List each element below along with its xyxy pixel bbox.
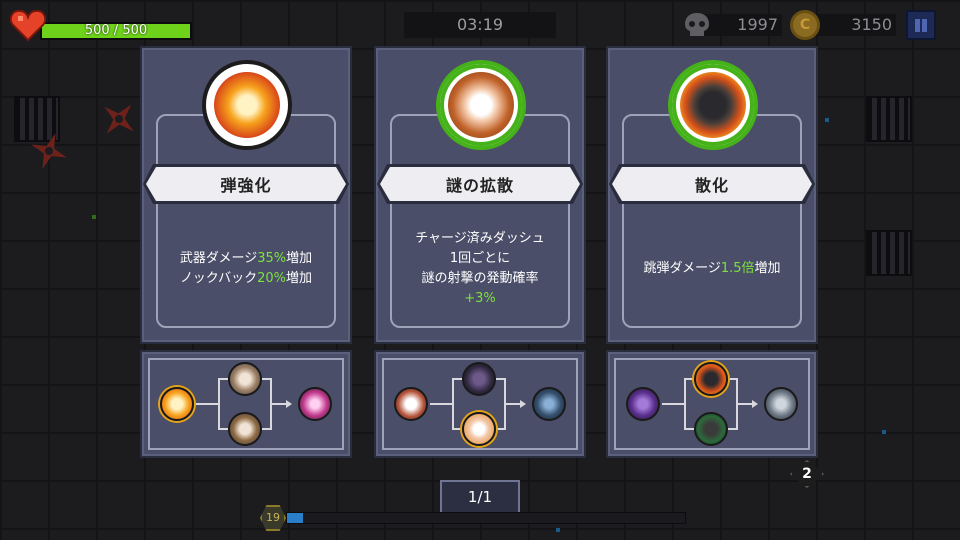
evo-connector [430, 403, 452, 405]
fist-explosion-icon [160, 387, 194, 421]
coin-count: 3150 [808, 14, 896, 36]
black-cat-wings-icon [694, 362, 728, 396]
xp-fill [287, 513, 303, 523]
evo-connector [262, 428, 270, 430]
heart-icon [10, 9, 46, 42]
description-line: ノックバック20%増加 [180, 269, 312, 289]
evo-connector [452, 378, 462, 380]
evolution-panel-3 [606, 350, 818, 458]
pause-button[interactable] [906, 10, 936, 40]
highlight-value: +3% [464, 291, 496, 306]
description-text: 1回ごとに [449, 251, 511, 266]
upgrade-card-3[interactable]: 散化 跳弾ダメージ1.5倍増加 [606, 46, 818, 344]
description-line: 武器ダメージ35%増加 [180, 249, 312, 269]
evo-connector [662, 403, 684, 405]
upgrade-card-2[interactable]: 謎の拡散 チャージ済みダッシュ 1回ごとに謎の射撃の発動確率 +3% [374, 46, 586, 344]
card-description: 武器ダメージ35%増加 ノックバック20%増加 [162, 216, 330, 322]
evo-connector [684, 378, 686, 430]
kill-count: 1997 [700, 14, 782, 36]
highlight-value: 1.5倍 [720, 261, 755, 276]
evo-connector [496, 428, 504, 430]
description-line: 跳弾ダメージ1.5倍増加 [643, 259, 780, 279]
highlight-value: 35% [257, 251, 287, 266]
evo-connector [728, 428, 736, 430]
black-cat-wings-icon [668, 60, 758, 150]
mystery-cat-icon [436, 60, 526, 150]
evo-connector [684, 428, 694, 430]
purple-cat-icon [626, 387, 660, 421]
skull-icon [685, 13, 709, 36]
description-text: 謎の射撃の発動確率 [421, 271, 539, 286]
shadow-cat-icon [462, 362, 496, 396]
description-line: +3% [464, 289, 496, 309]
brick-cat-icon [228, 362, 262, 396]
kill-counter: 1997 [682, 10, 782, 40]
timer: 03:19 [404, 12, 556, 38]
description-text: 増加 [754, 261, 781, 276]
evo-arrow-icon [752, 400, 758, 408]
evo-connector [218, 378, 220, 430]
card-title: 弾強化 [146, 167, 346, 201]
description-text: 増加 [286, 251, 313, 266]
cat-gun-icon [394, 387, 428, 421]
evo-connector [506, 403, 520, 405]
description-line: チャージ済みダッシュ [415, 229, 545, 249]
green-cat-icon [694, 412, 728, 446]
evo-connector [196, 403, 218, 405]
evo-connector [738, 403, 752, 405]
description-text: 跳弾ダメージ [643, 261, 721, 276]
description-text: ノックバック [179, 271, 258, 286]
evo-connector [262, 378, 270, 380]
description-line: 1回ごとに [450, 249, 510, 269]
hp-bar: 500 / 500 [40, 22, 192, 40]
evo-connector [496, 378, 504, 380]
card-title: 謎の拡散 [380, 167, 580, 201]
page-indicator: 1/1 [440, 480, 520, 514]
highlight-value: 20% [257, 271, 286, 286]
description-text: チャージ済みダッシュ [415, 231, 545, 246]
evo-connector [684, 378, 694, 380]
card-title: 散化 [612, 167, 812, 201]
coin-icon [790, 10, 820, 40]
xp-bar [286, 512, 686, 524]
upgrade-card-1[interactable]: 弾強化 武器ダメージ35%増加 ノックバック20%増加 [140, 46, 352, 344]
card-description: 跳弾ダメージ1.5倍増加 [628, 216, 796, 322]
card-description: チャージ済みダッシュ 1回ごとに謎の射撃の発動確率 +3% [396, 216, 564, 322]
description-line: 謎の射撃の発動確率 [421, 269, 538, 289]
evo-connector [452, 428, 462, 430]
description-text: 武器ダメージ [179, 251, 258, 266]
description-text: 増加 [285, 271, 312, 286]
hp-display: 500 / 500 [10, 8, 192, 42]
evo-connector [218, 378, 228, 380]
evo-connector [728, 378, 736, 380]
evolution-panel-2 [374, 350, 586, 458]
pink-slash-icon [298, 387, 332, 421]
evo-connector [452, 378, 454, 430]
evo-connector [272, 403, 286, 405]
evo-arrow-icon [286, 400, 292, 408]
steel-shield-icon [764, 387, 798, 421]
cat-sword-icon [228, 412, 262, 446]
mystery-cat-icon [462, 412, 496, 446]
fist-explosion-icon [202, 60, 292, 150]
ghost-cat-icon [532, 387, 566, 421]
hp-text: 500 / 500 [84, 23, 148, 38]
evolution-panel-1 [140, 350, 352, 458]
evo-arrow-icon [520, 400, 526, 408]
evo-connector [218, 428, 228, 430]
